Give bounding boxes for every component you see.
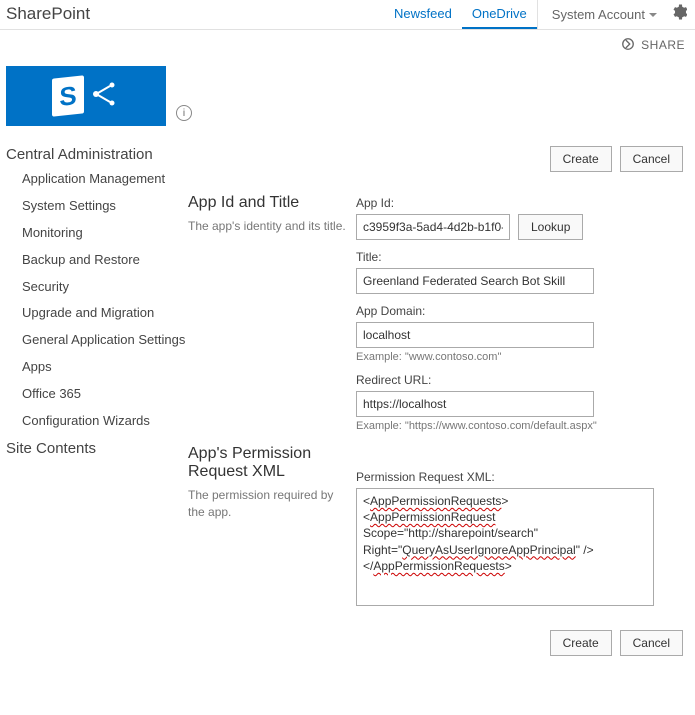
nav-app-mgmt[interactable]: Application Management xyxy=(22,171,165,186)
xml-label: Permission Request XML: xyxy=(356,470,689,484)
nav-site-contents[interactable]: Site Contents xyxy=(6,440,96,457)
logo-row: S i xyxy=(0,60,695,132)
redirect-label: Redirect URL: xyxy=(356,373,689,387)
nav-office365[interactable]: Office 365 xyxy=(22,386,81,401)
suite-bar: SharePoint Newsfeed OneDrive System Acco… xyxy=(0,0,695,30)
share-button[interactable]: SHARE xyxy=(641,38,685,52)
user-name: System Account xyxy=(552,7,645,22)
user-menu[interactable]: System Account xyxy=(537,0,663,29)
share-icon xyxy=(621,37,635,54)
cancel-button-top[interactable]: Cancel xyxy=(620,146,683,172)
section-ident-desc: The app's identity and its title. xyxy=(188,218,346,235)
section-ident-title: App Id and Title xyxy=(188,194,346,212)
redirect-example: Example: "https://www.contoso.com/defaul… xyxy=(356,420,689,432)
create-button-bottom[interactable]: Create xyxy=(550,630,612,656)
gear-icon[interactable] xyxy=(663,0,695,29)
section-perm-desc: The permission required by the app. xyxy=(188,487,346,521)
xml-textarea[interactable]: <AppPermissionRequests> <AppPermissionRe… xyxy=(356,488,654,606)
form-col: Create Cancel App Id: Lookup Title: App … xyxy=(356,146,689,656)
nav-config-wizards[interactable]: Configuration Wizards xyxy=(22,413,150,428)
domain-input[interactable] xyxy=(356,322,594,348)
nav-system-settings[interactable]: System Settings xyxy=(22,198,116,213)
title-label: Title: xyxy=(356,250,689,264)
nav-security[interactable]: Security xyxy=(22,279,69,294)
nav-backup-restore[interactable]: Backup and Restore xyxy=(22,252,140,267)
share-row: SHARE xyxy=(0,30,695,60)
info-icon[interactable]: i xyxy=(176,105,192,121)
brand: SharePoint xyxy=(0,0,100,29)
domain-example: Example: "www.contoso.com" xyxy=(356,351,689,363)
redirect-input[interactable] xyxy=(356,391,594,417)
title-input[interactable] xyxy=(356,268,594,294)
nav-apps[interactable]: Apps xyxy=(22,359,52,374)
nav-newsfeed[interactable]: Newsfeed xyxy=(384,0,462,29)
nav-header[interactable]: Central Administration xyxy=(6,146,188,163)
sharepoint-logo: S xyxy=(6,66,166,126)
chevron-down-icon xyxy=(649,13,657,17)
appid-label: App Id: xyxy=(356,196,689,210)
lookup-button[interactable]: Lookup xyxy=(518,214,583,240)
appid-input[interactable] xyxy=(356,214,510,240)
cancel-button-bottom[interactable]: Cancel xyxy=(620,630,683,656)
section-perm-title: App's Permission Request XML xyxy=(188,445,346,481)
nav-upgrade-migration[interactable]: Upgrade and Migration xyxy=(22,305,154,320)
domain-label: App Domain: xyxy=(356,304,689,318)
nav-monitoring[interactable]: Monitoring xyxy=(22,225,83,240)
nav-general-app-settings[interactable]: General Application Settings xyxy=(22,332,185,347)
left-nav: Central Administration Application Manag… xyxy=(6,146,188,656)
desc-col: App Id and Title The app's identity and … xyxy=(188,146,356,656)
create-button-top[interactable]: Create xyxy=(550,146,612,172)
nav-onedrive[interactable]: OneDrive xyxy=(462,0,537,29)
share-dots-icon xyxy=(90,79,120,113)
